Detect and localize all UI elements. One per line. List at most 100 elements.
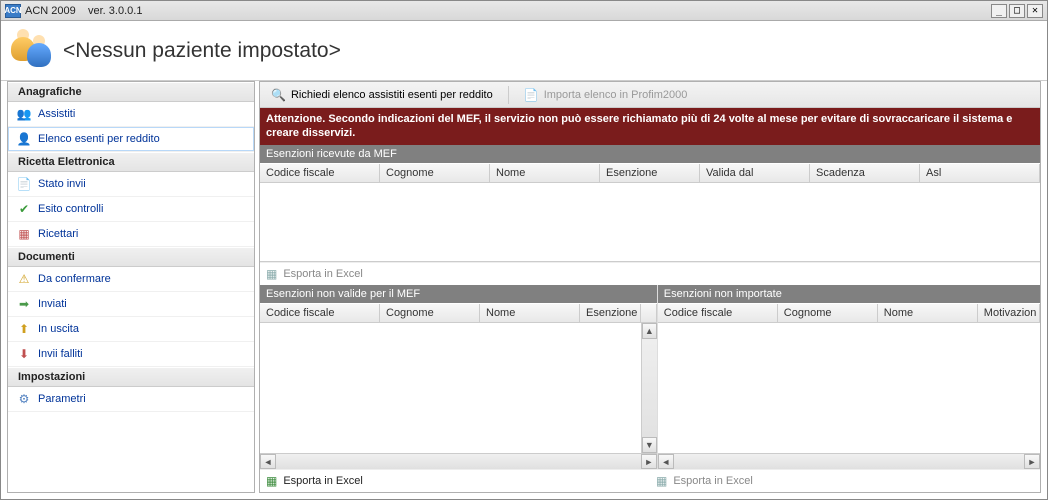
- window-title: ACN 2009 ver. 3.0.0.1: [25, 5, 987, 17]
- export-label: Esporta in Excel: [673, 475, 752, 487]
- col-scadenza[interactable]: Scadenza: [810, 164, 920, 182]
- sidebar-section-impostazioni: Impostazioni: [8, 367, 254, 387]
- search-icon: 🔍: [271, 88, 286, 102]
- exemption-icon: 👤: [16, 131, 32, 147]
- check-icon: ✔: [16, 201, 32, 217]
- excel-icon: ▦: [266, 267, 277, 281]
- sidebar-item-elenco-esenti[interactable]: 👤 Elenco esenti per reddito: [8, 127, 254, 152]
- version-number: 3.0.0.1: [109, 5, 143, 17]
- table-header: Codice fiscale Cognome Nome Esenzione: [260, 303, 657, 323]
- table-header: Codice fiscale Cognome Nome Esenzione Va…: [260, 163, 1040, 183]
- app-name: ACN 2009: [25, 5, 76, 17]
- panel-not-imported: Esenzioni non importate Codice fiscale C…: [658, 285, 1040, 469]
- sidebar-item-esito-controlli[interactable]: ✔ Esito controlli: [8, 197, 254, 222]
- sidebar-item-label: Parametri: [38, 393, 86, 405]
- page-header: <Nessun paziente impostato>: [1, 21, 1047, 81]
- calendar-icon: ▦: [16, 226, 32, 242]
- table-header: Codice fiscale Cognome Nome Motivazion: [658, 303, 1040, 323]
- button-label: Importa elenco in Profim2000: [544, 89, 688, 101]
- col-valida-dal[interactable]: Valida dal: [700, 164, 810, 182]
- maximize-button[interactable]: □: [1009, 4, 1025, 18]
- sidebar-section-ricetta: Ricetta Elettronica: [8, 152, 254, 172]
- col-cognome[interactable]: Cognome: [380, 304, 480, 322]
- excel-icon: ▦: [656, 474, 667, 488]
- horizontal-scrollbar[interactable]: ◄ ►: [658, 453, 1040, 469]
- panel-title-invalid: Esenzioni non valide per il MEF: [260, 285, 657, 303]
- export-label: Esporta in Excel: [283, 268, 362, 280]
- excel-icon: ▦: [266, 474, 277, 488]
- sidebar-item-assistiti[interactable]: 👥 Assistiti: [8, 102, 254, 127]
- sidebar-item-stato-invii[interactable]: 📄 Stato invii: [8, 172, 254, 197]
- export-received-button: ▦ Esporta in Excel: [260, 262, 1040, 285]
- toolbar-separator: [508, 86, 509, 104]
- scroll-right-button[interactable]: ►: [1024, 454, 1040, 469]
- warning-banner: Attenzione. Secondo indicazioni del MEF,…: [260, 108, 1040, 145]
- toolbar: 🔍 Richiedi elenco assistiti esenti per r…: [260, 82, 1040, 108]
- body: Anagrafiche 👥 Assistiti 👤 Elenco esenti …: [1, 81, 1047, 499]
- col-nome[interactable]: Nome: [878, 304, 978, 322]
- sent-icon: ➡: [16, 296, 32, 312]
- footer-export-row: ▦ Esporta in Excel ▦ Esporta in Excel: [260, 469, 1040, 492]
- col-codice-fiscale[interactable]: Codice fiscale: [658, 304, 778, 322]
- col-codice-fiscale[interactable]: Codice fiscale: [260, 164, 380, 182]
- col-cognome[interactable]: Cognome: [778, 304, 878, 322]
- sidebar-item-in-uscita[interactable]: ⬆ In uscita: [8, 317, 254, 342]
- warn-icon: ⚠: [16, 271, 32, 287]
- scroll-down-button[interactable]: ▼: [642, 437, 657, 453]
- table-body[interactable]: [260, 183, 1040, 261]
- request-list-button[interactable]: 🔍 Richiedi elenco assistiti esenti per r…: [264, 85, 500, 105]
- sidebar-section-anagrafiche: Anagrafiche: [8, 82, 254, 102]
- panel-invalid: Esenzioni non valide per il MEF Codice f…: [260, 285, 658, 469]
- sidebar-item-label: Assistiti: [38, 108, 75, 120]
- title-bar: ACN ACN 2009 ver. 3.0.0.1 _ □ ✕: [1, 1, 1047, 21]
- version-prefix: ver.: [88, 5, 106, 17]
- col-motivazione[interactable]: Motivazion: [978, 304, 1040, 322]
- export-invalid-button[interactable]: ▦ Esporta in Excel: [260, 469, 650, 492]
- gear-icon: ⚙: [16, 391, 32, 407]
- import-icon: 📄: [524, 88, 539, 102]
- sidebar-item-inviati[interactable]: ➡ Inviati: [8, 292, 254, 317]
- scroll-spacer: [641, 304, 657, 322]
- col-nome[interactable]: Nome: [480, 304, 580, 322]
- table-received: Codice fiscale Cognome Nome Esenzione Va…: [260, 163, 1040, 262]
- sidebar-item-label: Inviati: [38, 298, 67, 310]
- sidebar-item-label: Da confermare: [38, 273, 111, 285]
- sidebar-item-parametri[interactable]: ⚙ Parametri: [8, 387, 254, 412]
- horizontal-scrollbar[interactable]: ◄ ►: [260, 453, 657, 469]
- vertical-scrollbar[interactable]: ▲ ▼: [641, 323, 657, 453]
- sidebar-item-label: Elenco esenti per reddito: [38, 133, 160, 145]
- col-codice-fiscale[interactable]: Codice fiscale: [260, 304, 380, 322]
- table-body[interactable]: ▲ ▼: [260, 323, 657, 453]
- sidebar-item-da-confermare[interactable]: ⚠ Da confermare: [8, 267, 254, 292]
- main-panel: 🔍 Richiedi elenco assistiti esenti per r…: [259, 81, 1041, 493]
- window-controls: _ □ ✕: [991, 4, 1043, 18]
- lower-panels: Esenzioni non valide per il MEF Codice f…: [260, 285, 1040, 469]
- sidebar-item-label: In uscita: [38, 323, 79, 335]
- failed-icon: ⬇: [16, 346, 32, 362]
- scroll-up-button[interactable]: ▲: [642, 323, 657, 339]
- scroll-left-button[interactable]: ◄: [260, 454, 276, 469]
- col-nome[interactable]: Nome: [490, 164, 600, 182]
- sidebar-item-invii-falliti[interactable]: ⬇ Invii falliti: [8, 342, 254, 367]
- table-body[interactable]: [658, 323, 1040, 453]
- close-button[interactable]: ✕: [1027, 4, 1043, 18]
- sidebar-item-label: Invii falliti: [38, 348, 83, 360]
- col-esenzione[interactable]: Esenzione: [600, 164, 700, 182]
- app-window: ACN ACN 2009 ver. 3.0.0.1 _ □ ✕ <Nessun …: [0, 0, 1048, 500]
- sidebar-item-label: Esito controlli: [38, 203, 103, 215]
- export-label: Esporta in Excel: [283, 475, 362, 487]
- scroll-left-button[interactable]: ◄: [658, 454, 674, 469]
- panel-title-not-imported: Esenzioni non importate: [658, 285, 1040, 303]
- col-cognome[interactable]: Cognome: [380, 164, 490, 182]
- status-icon: 📄: [16, 176, 32, 192]
- scroll-right-button[interactable]: ►: [641, 454, 657, 469]
- minimize-button[interactable]: _: [991, 4, 1007, 18]
- page-title: <Nessun paziente impostato>: [63, 39, 341, 63]
- sidebar-item-ricettari[interactable]: ▦ Ricettari: [8, 222, 254, 247]
- col-asl[interactable]: Asl: [920, 164, 1040, 182]
- col-esenzione[interactable]: Esenzione: [580, 304, 641, 322]
- sidebar-section-documenti: Documenti: [8, 247, 254, 267]
- patients-icon: [11, 29, 55, 73]
- people-icon: 👥: [16, 106, 32, 122]
- outbox-icon: ⬆: [16, 321, 32, 337]
